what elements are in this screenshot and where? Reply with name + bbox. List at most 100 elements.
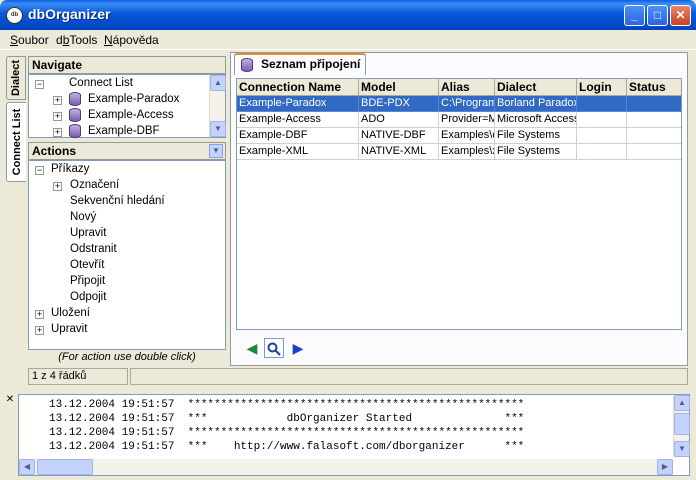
navigate-scrollbar[interactable]: ▲ ▼ xyxy=(209,75,226,137)
action-upravit[interactable]: Upravit xyxy=(70,225,106,241)
expand-icon[interactable]: + xyxy=(53,96,62,105)
cell-status[interactable] xyxy=(627,112,681,128)
col-alias[interactable]: Alias xyxy=(439,79,495,96)
cell-login[interactable] xyxy=(577,128,627,144)
cell-dialect[interactable]: File Systems xyxy=(495,128,577,144)
action-oznaceni[interactable]: Označení xyxy=(70,177,119,193)
collapse-icon[interactable]: − xyxy=(35,80,44,89)
connections-grid[interactable]: Connection Name Model Alias Dialect Logi… xyxy=(236,78,682,330)
collapse-icon[interactable]: − xyxy=(35,166,44,175)
col-model[interactable]: Model xyxy=(359,79,439,96)
close-log-icon[interactable]: ✕ xyxy=(4,394,16,406)
cell-alias[interactable]: Provider=M xyxy=(439,112,495,128)
cell-connection-name[interactable]: Example-Paradox xyxy=(237,96,359,112)
tab-connect-list-label: Connect List xyxy=(10,108,23,176)
action-hint: (For action use double click) xyxy=(58,351,196,363)
cell-login[interactable] xyxy=(577,144,627,160)
tab-connect-list[interactable]: Connect List xyxy=(6,102,26,182)
tree-item-paradox[interactable]: Example-Paradox xyxy=(88,91,179,107)
menu-dbtools[interactable]: dbTools xyxy=(56,33,97,47)
cell-connection-name[interactable]: Example-Access xyxy=(237,112,359,128)
cell-model[interactable]: ADO xyxy=(359,112,439,128)
tab-seznam-pripojeni[interactable]: Seznam připojení xyxy=(234,53,366,75)
expand-icon[interactable]: + xyxy=(35,326,44,335)
cell-login[interactable] xyxy=(577,112,627,128)
collapse-panel-icon[interactable]: ▼ xyxy=(209,144,223,158)
scroll-down-icon[interactable]: ▼ xyxy=(674,441,690,457)
cell-connection-name[interactable]: Example-XML xyxy=(237,144,359,160)
log-box: 13.12.2004 19:51:57 ********************… xyxy=(18,394,690,476)
cell-model[interactable]: NATIVE-XML xyxy=(359,144,439,160)
actions-tree: − Příkazy + Označení Sekvenční hledání N… xyxy=(28,160,226,350)
action-otevrit[interactable]: Otevřít xyxy=(70,257,105,273)
app-icon[interactable]: db xyxy=(6,7,23,24)
tab-seznam-label: Seznam připojení xyxy=(261,57,361,71)
menu-bar: Soubor dbTools Nápověda xyxy=(0,30,696,50)
cell-model[interactable]: BDE-PDX xyxy=(359,96,439,112)
log-scrollbar-h[interactable]: ◀ ▶ xyxy=(19,459,673,475)
cell-model[interactable]: NATIVE-DBF xyxy=(359,128,439,144)
database-icon xyxy=(69,92,81,106)
search-button[interactable] xyxy=(264,338,284,358)
action-pripojit[interactable]: Připojit xyxy=(70,273,105,289)
tree-item-dbf[interactable]: Example-DBF xyxy=(88,123,160,139)
scroll-up-icon[interactable]: ▲ xyxy=(210,75,226,91)
group-prikazy[interactable]: Příkazy xyxy=(51,161,89,177)
cell-dialect[interactable]: Microsoft Access xyxy=(495,112,577,128)
tree-item-access[interactable]: Example-Access xyxy=(88,107,174,123)
cell-status[interactable] xyxy=(627,96,681,112)
cell-status[interactable] xyxy=(627,144,681,160)
scroll-thumb-h[interactable] xyxy=(37,459,93,475)
col-connection-name[interactable]: Connection Name xyxy=(237,79,359,96)
maximize-button[interactable]: □ xyxy=(647,5,668,26)
log-line: 13.12.2004 19:51:57 *** http://www.falas… xyxy=(49,441,525,453)
group-upravit[interactable]: Upravit xyxy=(51,321,87,337)
tab-dialect-label: Dialect xyxy=(10,59,22,97)
cell-dialect[interactable]: File Systems xyxy=(495,144,577,160)
scroll-down-icon[interactable]: ▼ xyxy=(210,121,226,137)
close-button[interactable]: ✕ xyxy=(670,5,691,26)
expand-icon[interactable]: + xyxy=(53,112,62,121)
scroll-right-icon[interactable]: ▶ xyxy=(657,459,673,475)
col-login[interactable]: Login xyxy=(577,79,627,96)
prev-icon: ◀ xyxy=(246,340,258,356)
log-line: 13.12.2004 19:51:57 ********************… xyxy=(49,427,525,439)
cell-dialect[interactable]: Borland Paradox xyxy=(495,96,577,112)
action-odpojit[interactable]: Odpojit xyxy=(70,289,106,305)
log-area: ✕ 13.12.2004 19:51:57 ******************… xyxy=(0,392,696,480)
actions-title: Actions xyxy=(32,144,77,158)
window-title: dbOrganizer xyxy=(28,6,111,22)
minimize-button[interactable]: _ xyxy=(624,5,645,26)
tree-root-label[interactable]: Connect List xyxy=(69,75,133,91)
log-scrollbar-v[interactable]: ▲ ▼ xyxy=(673,395,690,457)
scroll-thumb[interactable] xyxy=(674,413,690,435)
menu-napoveda[interactable]: Nápověda xyxy=(104,33,159,47)
action-sekvencni-hledani[interactable]: Sekvenční hledání xyxy=(70,193,165,209)
cell-alias[interactable]: C:\Program xyxy=(439,96,495,112)
prev-button[interactable]: ◀ xyxy=(242,338,262,358)
cell-status[interactable] xyxy=(627,128,681,144)
navigate-tree: − Connect List + Example-Paradox + Examp… xyxy=(28,74,226,138)
next-button[interactable]: ▶ xyxy=(288,338,308,358)
navigate-header: Navigate xyxy=(28,56,226,74)
title-bar[interactable]: db dbOrganizer _ □ ✕ xyxy=(0,0,696,30)
expand-icon[interactable]: + xyxy=(35,310,44,319)
scroll-left-icon[interactable]: ◀ xyxy=(19,459,35,475)
cell-alias[interactable]: Examples\x xyxy=(439,144,495,160)
scroll-up-icon[interactable]: ▲ xyxy=(674,395,690,411)
action-novy[interactable]: Nový xyxy=(70,209,96,225)
cell-alias[interactable]: Examples\c xyxy=(439,128,495,144)
menu-soubor[interactable]: Soubor xyxy=(10,33,49,47)
group-ulozeni[interactable]: Uložení xyxy=(51,305,90,321)
col-dialect[interactable]: Dialect xyxy=(495,79,577,96)
actions-header: Actions ▼ xyxy=(28,142,226,160)
cell-login[interactable] xyxy=(577,96,627,112)
cell-connection-name[interactable]: Example-DBF xyxy=(237,128,359,144)
expand-icon[interactable]: + xyxy=(53,128,62,137)
log-line: 13.12.2004 19:51:57 *** dbOrganizer Star… xyxy=(49,413,525,425)
next-icon: ▶ xyxy=(292,340,304,356)
col-status[interactable]: Status xyxy=(627,79,681,96)
expand-icon[interactable]: + xyxy=(53,182,62,191)
action-odstranit[interactable]: Odstranit xyxy=(70,241,117,257)
tab-dialect[interactable]: Dialect xyxy=(6,56,26,100)
